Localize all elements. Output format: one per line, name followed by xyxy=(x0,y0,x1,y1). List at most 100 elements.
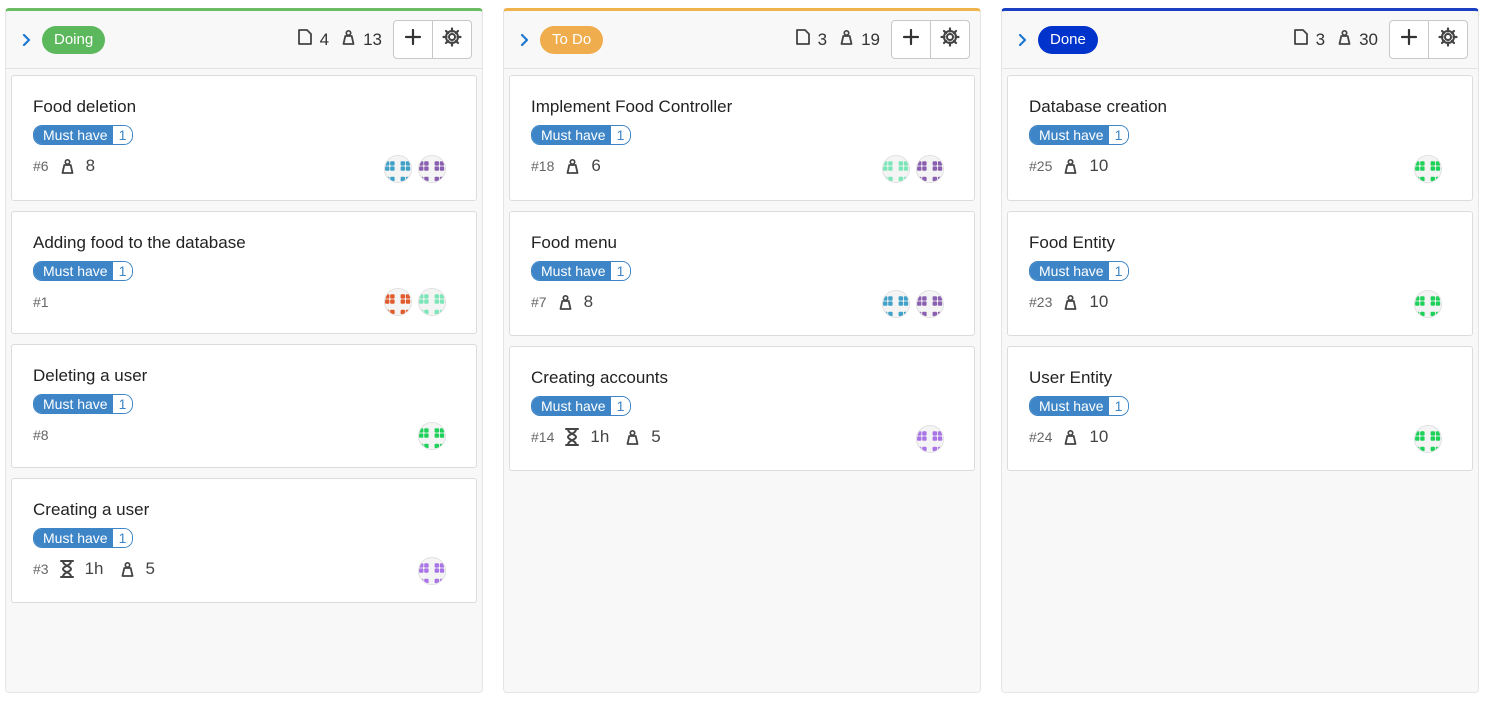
issue-count: 3 xyxy=(794,28,827,51)
assignee-avatar[interactable] xyxy=(882,155,910,183)
time-estimate-value: 1h xyxy=(84,559,104,578)
label-pill[interactable]: Must have 1 xyxy=(531,261,632,281)
issue-title[interactable]: Implement Food Controller xyxy=(531,96,953,118)
gear-icon xyxy=(1438,27,1458,52)
hourglass-icon xyxy=(564,427,590,447)
card-list: Database creation Must have 1 #25 10 Food… xyxy=(1002,69,1478,487)
issue-title[interactable]: Creating a user xyxy=(33,499,455,521)
issue-card[interactable]: Food Entity Must have 1 #23 10 xyxy=(1007,211,1473,336)
issue-number: #14 xyxy=(531,429,555,445)
assignee-avatar[interactable] xyxy=(384,288,412,316)
assignee-avatar[interactable] xyxy=(916,155,944,183)
issue-number: #8 xyxy=(33,427,49,443)
chevron-right-icon[interactable] xyxy=(1016,33,1030,47)
assignees xyxy=(378,155,446,183)
gear-icon xyxy=(442,27,462,52)
label-pill[interactable]: Must have 1 xyxy=(33,528,134,548)
issue-card[interactable]: Food menu Must have 1 #7 8 xyxy=(509,211,975,336)
issue-card[interactable]: Food deletion Must have 1 #6 8 xyxy=(11,75,477,201)
label-pill[interactable]: Must have 1 xyxy=(1029,125,1130,145)
list-label-badge[interactable]: To Do xyxy=(540,25,604,54)
label-pill[interactable]: Must have 1 xyxy=(33,394,134,414)
label-count: 1 xyxy=(1107,126,1129,144)
list-settings-button[interactable] xyxy=(1428,21,1467,58)
board: Doing 4 13 Food deletion Must have 1 #6 8… xyxy=(5,8,1479,693)
assignee-avatar[interactable] xyxy=(882,290,910,318)
issue-weight-value: 5 xyxy=(651,427,661,446)
issue-number: #24 xyxy=(1029,429,1053,445)
new-issue-button[interactable] xyxy=(892,21,930,58)
issue-title[interactable]: Food Entity xyxy=(1029,232,1451,254)
issue-title[interactable]: Deleting a user xyxy=(33,365,455,387)
weight-total: 19 xyxy=(838,29,880,51)
issue-weight-value: 10 xyxy=(1089,292,1109,311)
issue-title[interactable]: User Entity xyxy=(1029,367,1451,389)
assignee-avatar[interactable] xyxy=(1414,155,1442,183)
weight-total: 30 xyxy=(1336,29,1378,51)
assignee-avatar[interactable] xyxy=(418,155,446,183)
assignee-avatar[interactable] xyxy=(1414,290,1442,318)
issues-icon xyxy=(296,28,320,51)
issue-weight-value: 8 xyxy=(583,292,594,311)
card-list: Food deletion Must have 1 #6 8 Adding foo… xyxy=(6,69,482,619)
list-label-badge[interactable]: Done xyxy=(1038,25,1098,54)
assignee-avatar[interactable] xyxy=(418,288,446,316)
board-column-to-do: To Do 3 19 Implement Food Controller Mus… xyxy=(503,8,981,693)
assignees xyxy=(1408,155,1442,183)
label-pill[interactable]: Must have 1 xyxy=(531,125,632,145)
list-label-badge[interactable]: Doing xyxy=(42,25,106,54)
issue-card[interactable]: Deleting a user Must have 1 #8 xyxy=(11,344,477,468)
chevron-right-icon[interactable] xyxy=(20,33,34,47)
label-pill[interactable]: Must have 1 xyxy=(1029,396,1130,416)
time-estimate: 1h xyxy=(59,559,104,579)
issue-card[interactable]: User Entity Must have 1 #24 10 xyxy=(1007,346,1473,471)
label-pill[interactable]: Must have 1 xyxy=(33,125,134,145)
label-pill[interactable]: Must have 1 xyxy=(531,396,632,416)
list-settings-button[interactable] xyxy=(930,21,969,58)
issue-card[interactable]: Creating accounts Must have 1 #14 1h 5 xyxy=(509,346,975,471)
issue-title[interactable]: Food menu xyxy=(531,232,953,254)
issue-card[interactable]: Adding food to the database Must have 1 … xyxy=(11,211,477,334)
label-pill[interactable]: Must have 1 xyxy=(33,261,134,281)
assignee-avatar[interactable] xyxy=(916,290,944,318)
assignee-avatar[interactable] xyxy=(1414,425,1442,453)
hourglass-icon xyxy=(59,559,85,579)
assignee-avatar[interactable] xyxy=(418,557,446,585)
issue-weight: 5 xyxy=(119,559,155,579)
issue-title[interactable]: Adding food to the database xyxy=(33,232,455,254)
issue-title[interactable]: Food deletion xyxy=(33,96,455,118)
list-settings-button[interactable] xyxy=(432,21,471,58)
issue-card[interactable]: Creating a user Must have 1 #3 1h 5 xyxy=(11,478,477,603)
issue-meta: #24 10 xyxy=(1029,427,1451,447)
assignee-avatar[interactable] xyxy=(916,425,944,453)
label-count: 1 xyxy=(609,397,631,415)
column-actions xyxy=(1389,20,1468,59)
new-issue-button[interactable] xyxy=(394,21,432,58)
issue-weight: 10 xyxy=(1062,292,1108,312)
new-issue-button[interactable] xyxy=(1390,21,1428,58)
weight-icon xyxy=(119,561,146,578)
issue-number: #18 xyxy=(531,158,555,174)
issue-weight-value: 6 xyxy=(591,156,601,175)
weight-icon xyxy=(557,294,584,311)
label-name: Must have xyxy=(34,529,112,547)
issue-title[interactable]: Database creation xyxy=(1029,96,1451,118)
issue-title[interactable]: Creating accounts xyxy=(531,367,953,389)
assignee-avatar[interactable] xyxy=(418,422,446,450)
issue-card[interactable]: Implement Food Controller Must have 1 #1… xyxy=(509,75,975,201)
issue-number: #3 xyxy=(33,561,49,577)
issue-meta: #25 10 xyxy=(1029,156,1451,176)
issue-number: #25 xyxy=(1029,158,1053,174)
card-list: Implement Food Controller Must have 1 #1… xyxy=(504,69,980,487)
label-pill[interactable]: Must have 1 xyxy=(1029,261,1130,281)
issue-card[interactable]: Database creation Must have 1 #25 10 xyxy=(1007,75,1473,201)
assignees xyxy=(1408,290,1442,318)
plus-icon xyxy=(1400,28,1418,51)
weight-total: 13 xyxy=(340,29,382,51)
chevron-right-icon[interactable] xyxy=(518,33,532,47)
label-count: 1 xyxy=(111,529,133,547)
label-name: Must have xyxy=(532,126,610,144)
issue-number: #7 xyxy=(531,294,547,310)
board-column-done: Done 3 30 Database creation Must have 1 … xyxy=(1001,8,1479,693)
assignee-avatar[interactable] xyxy=(384,155,412,183)
